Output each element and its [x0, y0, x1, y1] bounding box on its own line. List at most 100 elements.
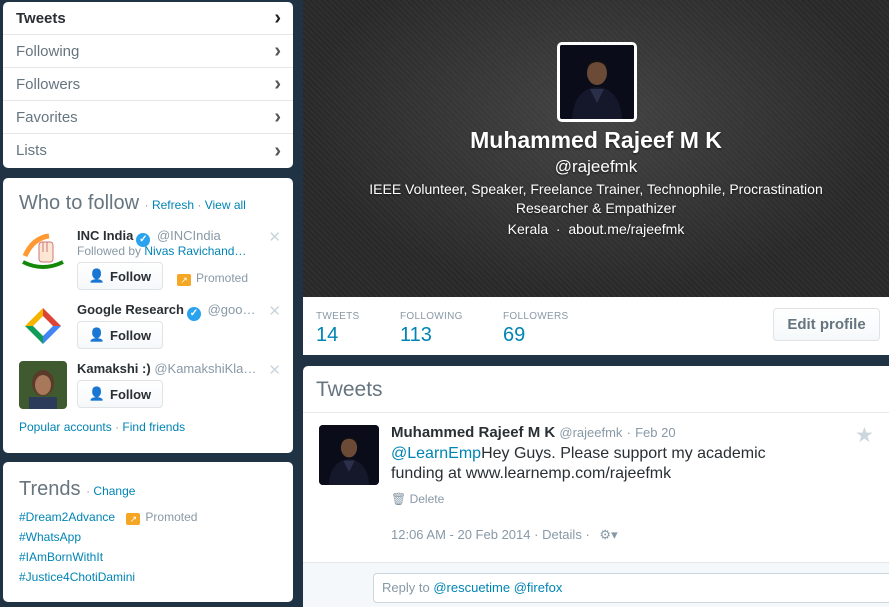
chevron-right-icon: › — [274, 40, 281, 62]
nav-item-label: Lists — [16, 142, 47, 159]
dismiss-close-icon[interactable]: ✕ — [268, 361, 281, 379]
tweet-text: @LearnEmpHey Guys. Please support my aca… — [391, 444, 811, 484]
tweet-timestamp[interactable]: 12:06 AM - 20 Feb 2014 — [391, 527, 530, 542]
follow-label: Follow — [110, 268, 152, 284]
suggestion-name[interactable]: Kamakshi :) @KamakshiKla… — [77, 361, 256, 376]
stat-value: 69 — [503, 324, 526, 346]
stat-tweets[interactable]: TWEETS 14 — [316, 311, 359, 347]
trend-item: #Dream2Advance ↗ Promoted — [19, 510, 197, 525]
name-text: Google Research — [77, 302, 184, 317]
profile-url[interactable]: about.me/rajeefmk — [568, 221, 684, 237]
tweet-date[interactable]: Feb 20 — [635, 425, 675, 440]
nav-item-tweets[interactable]: Tweets › — [3, 2, 293, 35]
add-user-icon: 👤 — [88, 386, 105, 401]
module-header: Who to follow · Refresh · View all — [19, 192, 246, 215]
dismiss-close-icon[interactable]: ✕ — [268, 228, 281, 246]
dismiss-close-icon[interactable]: ✕ — [268, 302, 281, 320]
suggestion-handle: @goo… — [207, 302, 256, 317]
refresh-link[interactable]: Refresh — [152, 198, 194, 212]
profile-avatar[interactable] — [557, 42, 637, 122]
stat-label: TWEETS — [316, 311, 360, 322]
chevron-right-icon: › — [274, 7, 281, 29]
avatar[interactable] — [19, 361, 67, 409]
delete-action[interactable]: 🗑 Delete — [391, 492, 444, 506]
profile-name: Muhammed Rajeef M K — [470, 127, 722, 153]
find-friends-link[interactable]: Find friends — [122, 420, 185, 434]
promoted-badge: ↗ Promoted — [177, 271, 248, 286]
module-title: Who to follow — [19, 192, 140, 214]
trend-item[interactable]: #Justice4ChotiDamini — [19, 570, 135, 584]
nav-item-followers[interactable]: Followers › — [3, 68, 293, 101]
chevron-right-icon: › — [274, 106, 281, 128]
avatar[interactable] — [19, 228, 67, 276]
tweet-author-handle[interactable]: @rajeefmk — [559, 425, 622, 440]
profile-bio: IEEE Volunteer, Speaker, Freelance Train… — [369, 181, 823, 216]
verified-icon: ✓ — [186, 307, 201, 321]
avatar[interactable] — [19, 302, 67, 350]
nav-item-favorites[interactable]: Favorites › — [3, 101, 293, 134]
popular-accounts-link[interactable]: Popular accounts — [19, 420, 112, 434]
follow-button[interactable]: 👤 Follow — [77, 262, 163, 290]
trend-link[interactable]: #Dream2Advance — [19, 510, 115, 524]
tweet-author-name[interactable]: Muhammed Rajeef M K — [391, 424, 555, 441]
trend-item[interactable]: #IAmBornWithIt — [19, 550, 103, 564]
who-to-follow-footer: Popular accounts · Find friends — [19, 420, 185, 434]
separator: · — [534, 527, 539, 542]
tweet-mention[interactable]: @LearnEmp — [391, 445, 481, 462]
nav-item-lists[interactable]: Lists › — [3, 134, 293, 167]
stat-following[interactable]: FOLLOWING 113 — [400, 311, 463, 347]
tweet-avatar[interactable] — [319, 425, 379, 485]
promoted-icon: ↗ — [177, 274, 191, 286]
follow-label: Follow — [110, 386, 152, 402]
module-title: Trends — [19, 478, 81, 500]
stat-value: 14 — [316, 324, 339, 346]
stat-label: FOLLOWERS — [503, 311, 569, 322]
add-user-icon: 👤 — [88, 327, 105, 342]
suggestion-name[interactable]: Google Research ✓ @goo… — [77, 302, 255, 321]
suggestion-google-research: Google Research ✓ @goo… ✕ 👤 Follow — [19, 302, 281, 352]
follow-button[interactable]: 👤 Follow — [77, 321, 163, 349]
separator: · — [197, 198, 202, 212]
module-header: Trends · Change — [19, 478, 135, 501]
suggestion-kamakshi: Kamakshi :) @KamakshiKla… ✕ 👤 Follow — [19, 361, 281, 411]
chevron-right-icon: › — [274, 139, 281, 162]
promoted-icon: ↗ — [126, 513, 141, 525]
nav-item-label: Following — [16, 42, 80, 60]
profile-header: Muhammed Rajeef M K @rajeefmk IEEE Volun… — [303, 0, 889, 297]
profile-handle: @rajeefmk — [554, 157, 638, 176]
gear-icon[interactable]: ⚙▾ — [599, 527, 617, 542]
edit-profile-button[interactable]: Edit profile — [773, 308, 880, 341]
trend-item[interactable]: #WhatsApp — [19, 530, 81, 544]
promoted-badge: ↗ Promoted — [126, 510, 197, 525]
name-text: Kamakshi :) — [77, 361, 151, 376]
reply-input[interactable]: Reply to @rescuetime @firefox — [373, 573, 889, 603]
followed-by-user[interactable]: Nivas Ravichand… — [144, 244, 246, 258]
trends-module: Trends · Change #Dream2Advance ↗ Promoted… — [3, 462, 293, 602]
nav-item-following[interactable]: Following › — [3, 35, 293, 68]
suggestion-handle: @INCIndia — [156, 228, 221, 243]
trash-icon: 🗑 — [391, 492, 407, 506]
suggestion-inc-india: INC India ✓ @INCIndia Followed by Nivas R… — [19, 228, 281, 290]
profile-location: Kerala — [507, 221, 549, 237]
separator: · — [626, 425, 631, 440]
follow-label: Follow — [110, 327, 152, 343]
details-link[interactable]: Details — [542, 527, 582, 542]
change-link[interactable]: Change — [93, 484, 135, 498]
nav-item-label: Tweets — [16, 9, 66, 27]
view-all-link[interactable]: View all — [205, 198, 246, 212]
stat-followers[interactable]: FOLLOWERS 69 — [503, 311, 569, 347]
delete-label: Delete — [409, 492, 445, 506]
name-text: INC India — [77, 228, 134, 243]
tweet-header: Muhammed Rajeef M K @rajeefmk · Feb 20 — [391, 424, 676, 441]
promoted-label: Promoted — [196, 271, 249, 285]
star-icon[interactable]: ★ — [855, 423, 874, 448]
nav-item-label: Followers — [16, 75, 81, 93]
followed-by: Followed by Nivas Ravichand… — [77, 244, 246, 258]
add-user-icon: 👤 — [88, 268, 105, 283]
tweets-timeline: Tweets Muhammed Rajeef M K @rajeefmk · F… — [303, 366, 889, 607]
separator: · — [144, 198, 149, 212]
nav-item-label: Favorites — [16, 108, 78, 126]
separator: · — [115, 420, 120, 434]
follow-button[interactable]: 👤 Follow — [77, 380, 163, 408]
reply-area: Reply to @rescuetime @firefox — [303, 562, 889, 607]
